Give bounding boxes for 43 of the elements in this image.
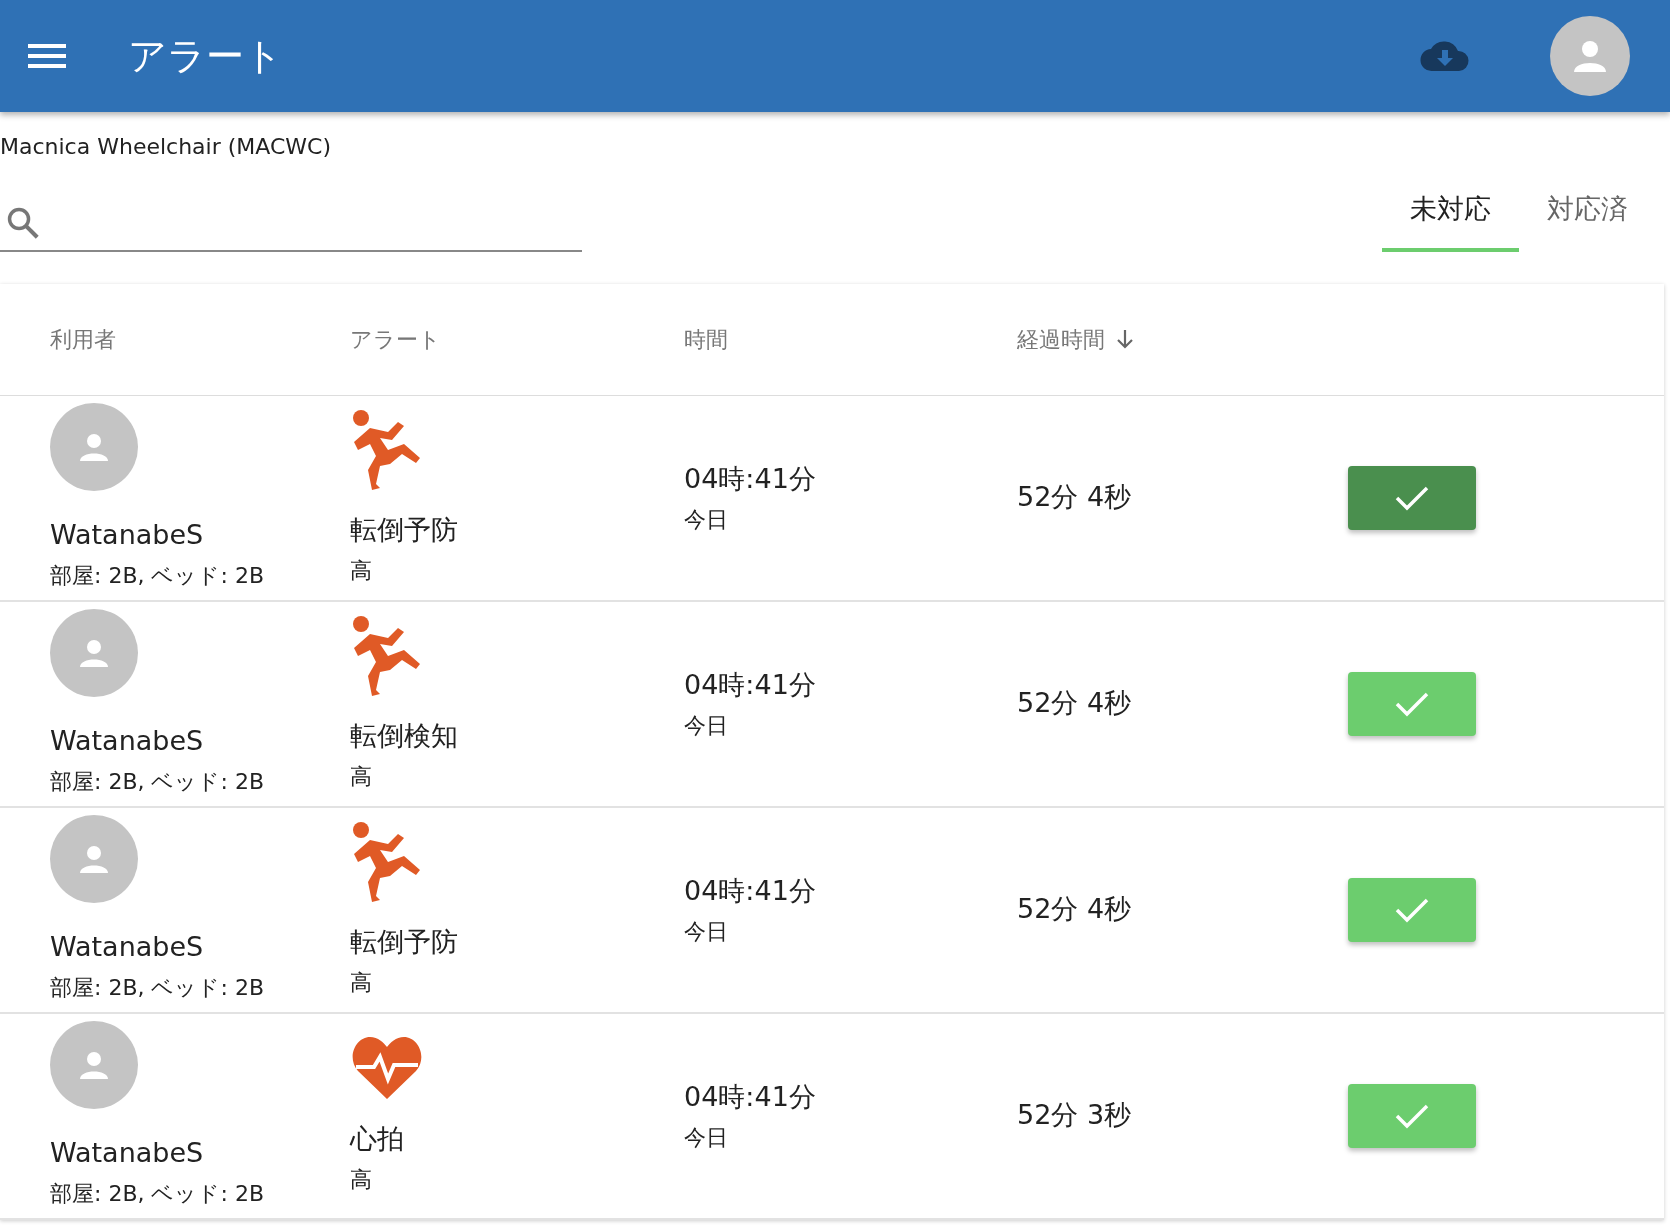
alert-priority: 高 — [350, 1166, 373, 1195]
facility-name: Macnica Wheelchair (MACWC) — [0, 133, 333, 161]
column-header[interactable]: 経過時間 — [1017, 322, 1105, 356]
alert-time: 04時:41分 — [684, 873, 817, 908]
alert-priority: 高 — [350, 763, 373, 792]
resolve-button[interactable] — [1348, 877, 1476, 942]
alert-type: 心拍 — [350, 1121, 405, 1156]
cloud-download-icon[interactable] — [1420, 39, 1470, 73]
room-bed: 部屋: 2B, ベッド: 2B — [50, 768, 265, 797]
status-tab[interactable]: 未対応 — [1382, 181, 1519, 252]
user-name: WatanabeS — [50, 1135, 205, 1170]
alert-time: 04時:41分 — [684, 461, 817, 496]
alert-day: 今日 — [684, 503, 1017, 537]
alert-day: 今日 — [684, 915, 1017, 949]
column-header[interactable]: アラート — [350, 322, 441, 356]
room-bed: 部屋: 2B, ベッド: 2B — [50, 1180, 265, 1209]
column-header[interactable]: 時間 — [684, 322, 728, 356]
page-title: アラート — [128, 32, 283, 80]
alert-time: 04時:41分 — [684, 667, 817, 702]
alert-type: 転倒予防 — [350, 512, 459, 547]
room-bed: 部屋: 2B, ベッド: 2B — [50, 974, 265, 1003]
elapsed-time: 52分 4秒 — [1017, 686, 1133, 721]
alert-day: 今日 — [684, 709, 1017, 743]
elapsed-time: 52分 4秒 — [1017, 480, 1133, 515]
alert-day: 今日 — [684, 1121, 1017, 1155]
room-bed: 部屋: 2B, ベッド: 2B — [50, 562, 265, 591]
user-name: WatanabeS — [50, 517, 205, 552]
alert-time: 04時:41分 — [684, 1079, 817, 1114]
menu-icon[interactable] — [28, 42, 66, 70]
elapsed-time: 52分 4秒 — [1017, 892, 1133, 927]
alert-type: 転倒予防 — [350, 924, 459, 959]
resolve-button[interactable] — [1348, 671, 1476, 736]
alert-type: 転倒検知 — [350, 718, 459, 753]
column-header[interactable]: 利用者 — [50, 322, 116, 356]
resolve-button[interactable] — [1348, 465, 1476, 530]
resolve-button[interactable] — [1348, 1083, 1476, 1148]
user-name: WatanabeS — [50, 723, 205, 758]
alert-priority: 高 — [350, 969, 373, 998]
user-name: WatanabeS — [50, 929, 205, 964]
status-tab[interactable]: 対応済 — [1519, 181, 1656, 252]
alert-priority: 高 — [350, 557, 373, 586]
heart-pulse-icon — [350, 1034, 424, 1101]
elapsed-time: 52分 3秒 — [1017, 1098, 1133, 1133]
